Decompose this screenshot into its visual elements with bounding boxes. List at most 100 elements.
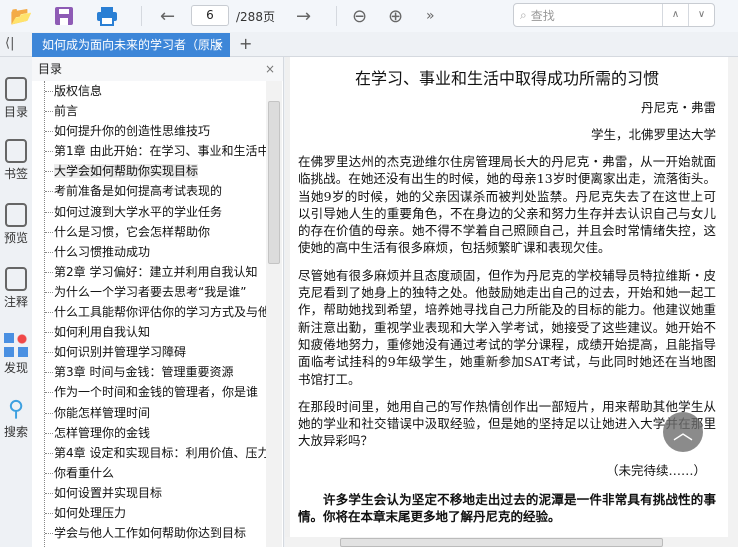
toc-item[interactable]: 版权信息 <box>32 81 266 101</box>
toc-item[interactable]: 第3章 时间与金钱：管理重要资源 <box>32 362 266 382</box>
toc-item-label: 为什么一个学习者要去思考“我是谁” <box>54 284 247 299</box>
toc-item[interactable]: 前言 <box>32 101 266 121</box>
toc-item-label: 第3章 时间与金钱：管理重要资源 <box>54 365 234 380</box>
rail-bookmark[interactable]: 书签 <box>0 139 32 182</box>
toc-item[interactable]: 如何过渡到大学水平的学业任务 <box>32 202 266 222</box>
toc-item[interactable]: 为什么一个学习者要去思考“我是谁” <box>32 282 266 302</box>
continued-note: （未完待续……） <box>605 462 706 478</box>
search-box: ⌕ 查找 ∧ ∨ <box>513 3 715 27</box>
page-number-input[interactable]: 6 <box>191 5 229 26</box>
save-icon[interactable] <box>52 4 76 28</box>
notes-icon <box>5 267 27 291</box>
toc-item-label: 如何识别并管理学习障碍 <box>54 345 187 360</box>
prev-page-button[interactable]: ← <box>160 4 175 28</box>
toc-item[interactable]: 第1章 由此开始：在学习、事业和生活中 <box>32 141 266 161</box>
rail-search[interactable]: ⚲ 搜索 <box>0 397 32 440</box>
toc-item-label: 第1章 由此开始：在学习、事业和生活中 <box>54 144 266 159</box>
affiliation: 学生，北佛罗里达大学 <box>590 127 716 142</box>
document-view: 在学习、事业和生活中取得成功所需的习惯 丹尼克・弗雷 学生，北佛罗里达大学 在佛… <box>285 57 738 547</box>
rail-toc[interactable]: 目录 <box>0 77 32 120</box>
side-rail: 目录 书签 预览 注释 发现 ⚲ 搜索 <box>0 57 32 547</box>
add-tab-button[interactable]: + <box>239 34 252 53</box>
rail-discover[interactable]: 发现 <box>0 333 32 376</box>
search-next-button[interactable]: ∨ <box>688 4 714 26</box>
toc-item-label: 前言 <box>54 104 79 119</box>
preview-icon <box>5 203 27 227</box>
author: 丹尼克・弗雷 <box>640 100 716 115</box>
toc-item[interactable]: 如何设置并实现目标 <box>32 483 266 503</box>
search-input[interactable]: 查找 <box>531 7 662 24</box>
toc-item-label: 考前准备是如何提高考试表现的 <box>54 184 223 199</box>
collapse-sidebar-button[interactable]: ⟨| <box>5 36 14 51</box>
closing-paragraph: 许多学生会认为坚定不移地走出过去的泥潭是一件非常具有挑战性的事情。你将在本章末尾… <box>298 491 716 525</box>
toc-item[interactable]: 第4章 设定和实现目标：利用价值、压力 <box>32 443 266 463</box>
toc-item-label: 作为一个时间和金钱的管理者，你是谁 <box>54 385 259 400</box>
toc-item-label: 如何过渡到大学水平的学业任务 <box>54 204 223 219</box>
rail-label: 发现 <box>3 361 28 375</box>
toc-item[interactable]: 如何处理压力 <box>32 503 266 523</box>
toc-list: 版权信息前言如何提升你的创造性思维技巧第1章 由此开始：在学习、事业和生活中 大学… <box>32 81 266 547</box>
toc-item[interactable]: 什么习惯推动成功 <box>32 242 266 262</box>
section-title: 在学习、事业和生活中取得成功所需的习惯 <box>354 69 659 88</box>
toc-panel: 目录 × 版权信息前言如何提升你的创造性思维技巧第1章 由此开始：在学习、事业和生… <box>32 57 284 547</box>
toc-item[interactable]: 作为一个时间和金钱的管理者，你是谁 <box>32 382 266 402</box>
page-total: /288页 <box>236 10 275 24</box>
rail-label: 搜索 <box>3 425 28 439</box>
zoom-in-icon[interactable]: ⊕ <box>388 4 403 28</box>
next-page-button[interactable]: → <box>296 4 311 28</box>
toc-item-label: 第2章 学习偏好：建立并利用自我认知 <box>54 264 258 279</box>
rail-label: 目录 <box>3 105 28 119</box>
rail-label: 预览 <box>3 231 28 245</box>
toc-item[interactable]: 怎样管理你的金钱 <box>32 423 266 443</box>
toc-scrollbar[interactable] <box>266 81 282 547</box>
back-to-top-button[interactable]: ︿ <box>663 412 703 452</box>
toc-item-label: 版权信息 <box>54 84 103 98</box>
toc-icon <box>5 77 27 101</box>
document-horizontal-scrollbar[interactable] <box>285 537 738 547</box>
toc-item[interactable]: 学会与他人工作如何帮助你达到目标 <box>32 523 266 543</box>
open-folder-icon[interactable]: 📂 <box>10 4 32 28</box>
toc-item[interactable]: 什么工具能帮你评估你的学习方式及与他 <box>32 302 266 322</box>
close-tab-icon[interactable]: × <box>215 33 224 57</box>
toc-title: 目录 <box>38 62 63 76</box>
rail-label: 注释 <box>3 295 28 309</box>
document-vertical-scrollbar[interactable] <box>728 57 738 537</box>
toc-item[interactable]: 你看重什么 <box>32 463 266 483</box>
rail-preview[interactable]: 预览 <box>0 203 32 246</box>
toc-item[interactable]: 大学会如何帮助你实现目标 <box>32 161 266 181</box>
toc-item-label: 学会与他人工作如何帮助你达到目标 <box>54 526 247 541</box>
toc-item-label: 你看重什么 <box>54 465 115 480</box>
toc-item[interactable]: 你能怎样管理时间 <box>32 403 266 423</box>
discover-icon <box>4 333 28 357</box>
toc-item[interactable]: 什么是习惯，它会怎样帮助你 <box>32 222 266 242</box>
document-page: 在学习、事业和生活中取得成功所需的习惯 丹尼克・弗雷 学生，北佛罗里达大学 在佛… <box>290 57 728 537</box>
paragraph: 在那段时间里，她用自己的写作热情创作出一部短片，用来帮助其他学生从她的学业和社交… <box>298 398 716 449</box>
bookmark-icon <box>5 139 27 163</box>
more-button[interactable]: » <box>426 4 435 28</box>
toc-item-label: 什么是习惯，它会怎样帮助你 <box>54 224 211 239</box>
rail-label: 书签 <box>3 167 28 181</box>
paragraph: 尽管她有很多麻烦并且态度顽固，但作为丹尼克的学校辅导员特拉维斯・皮克尼看到了她身… <box>298 267 716 387</box>
toc-item[interactable]: 考前准备是如何提高考试表现的 <box>32 181 266 201</box>
toolbar: 📂 ← 6 /288页 → ⊖ ⊕ » ⌕ 查找 ∧ ∨ <box>0 0 738 32</box>
toc-item-label: 什么习惯推动成功 <box>54 244 151 259</box>
toc-item-label: 大学会如何帮助你实现目标 <box>54 164 199 179</box>
rail-notes[interactable]: 注释 <box>0 267 32 310</box>
tab-document[interactable]: 如何成为面向未来的学习者（原版 × <box>32 33 230 57</box>
toc-item-label: 如何设置并实现目标 <box>54 485 163 500</box>
toc-item[interactable]: 如何利用自我认知 <box>32 322 266 342</box>
toc-item-label: 怎样管理你的金钱 <box>54 425 151 440</box>
toc-item[interactable]: 如何提升你的创造性思维技巧 <box>32 121 266 141</box>
search-prev-button[interactable]: ∧ <box>662 4 688 26</box>
toc-item-label: 第4章 设定和实现目标：利用价值、压力 <box>54 445 266 460</box>
close-toc-icon[interactable]: × <box>265 57 275 81</box>
toc-item[interactable]: 如何识别并管理学习障碍 <box>32 342 266 362</box>
toc-item[interactable]: 第2章 学习偏好：建立并利用自我认知 <box>32 262 266 282</box>
tab-title: 如何成为面向未来的学习者（原版 <box>42 38 223 52</box>
toc-item-label: 如何提升你的创造性思维技巧 <box>54 124 211 139</box>
zoom-out-icon[interactable]: ⊖ <box>352 4 367 28</box>
toc-item-label: 如何利用自我认知 <box>54 325 151 340</box>
search-icon: ⌕ <box>520 7 527 22</box>
print-icon[interactable] <box>94 4 120 28</box>
search-icon: ⚲ <box>7 397 25 422</box>
